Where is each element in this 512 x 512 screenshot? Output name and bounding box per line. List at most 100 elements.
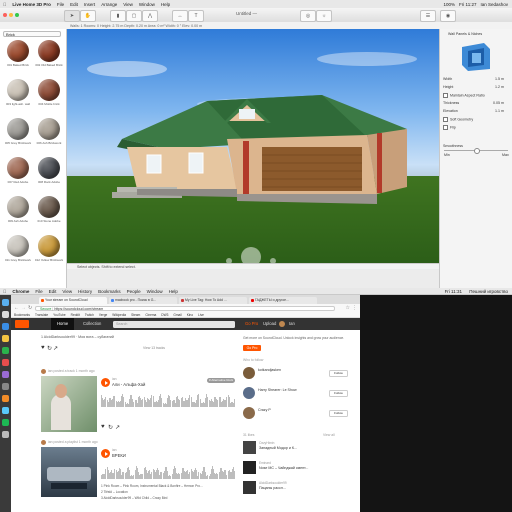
browser-tab[interactable]: My Live Tag: How To Add ... [179, 297, 247, 304]
bookmark-item[interactable]: Gmail [173, 313, 181, 317]
safari-icon[interactable] [2, 323, 9, 330]
post-1-title[interactable]: Али - Альфа-Хай [112, 382, 145, 387]
dimension-tool-button[interactable]: ↔ [172, 10, 188, 22]
clock[interactable]: Fri 11:27 [459, 2, 476, 7]
follow-button[interactable]: Follow [329, 410, 348, 417]
3d-view[interactable] [67, 29, 439, 263]
minimize-window-icon[interactable] [9, 13, 13, 17]
menu-people[interactable]: People [124, 289, 144, 294]
post-1-genre-tag[interactable]: # Alternative Rock [207, 378, 236, 383]
post-2-waveform[interactable] [101, 465, 236, 479]
liked-track-user[interactable]: Eminard [259, 461, 271, 465]
category-select[interactable]: Brick [3, 31, 61, 37]
menu-window[interactable]: Window [144, 289, 166, 294]
menu-edit[interactable]: Edit [46, 289, 60, 294]
material-swatch[interactable]: 012 Yellow Brickwork [34, 235, 64, 262]
camera-button[interactable]: ◎ [300, 10, 316, 22]
post-1-play-button[interactable] [101, 378, 110, 387]
bookmark-item[interactable]: Wikipedia [112, 313, 126, 317]
material-swatch[interactable]: 005 Grey Brickwork [3, 118, 33, 145]
smoothness-knob[interactable] [474, 148, 480, 154]
checkbox[interactable] [443, 93, 448, 98]
material-swatch[interactable]: 009 Ash Adobe [3, 196, 33, 223]
repost-icon[interactable]: ↻ [108, 424, 113, 431]
suggestion-name[interactable]: Crazy P [258, 408, 271, 412]
feed-reply-row[interactable]: 1 AlcidDarksoulder99 · Моя вота – субага… [41, 335, 114, 339]
text-tool-button[interactable]: T [188, 10, 204, 22]
props-row-value[interactable]: 0.05 m [493, 101, 504, 105]
props-row-value[interactable]: 1.1 m [495, 109, 504, 113]
star-icon[interactable]: ☆ [346, 305, 350, 311]
menu-help[interactable]: Help [158, 2, 173, 7]
reload-icon[interactable]: ↻ [28, 305, 32, 311]
bookmark-item[interactable]: Cinema [145, 313, 156, 317]
suggestion-name[interactable]: Harry Shearer: Le Show [258, 388, 297, 392]
browser-tab[interactable]: macbook pro - Поиск в G... [109, 297, 177, 304]
bookmark-item[interactable]: Kino [187, 313, 193, 317]
apple-menu-icon[interactable]:  [0, 289, 9, 294]
bookmark-item[interactable]: DW3 [161, 313, 168, 317]
post-1-user[interactable]: ian [48, 369, 53, 373]
material-swatch[interactable]: 001 Baked Brick [3, 40, 33, 67]
settings-icon[interactable] [2, 383, 9, 390]
liked-track-artwork[interactable] [243, 481, 256, 494]
props-row-value[interactable]: 1.5 m [495, 77, 504, 81]
view-more-tracks[interactable]: View 13 tracks [143, 346, 165, 350]
playlist-track-row[interactable]: 2 Tiëstö – Location [101, 490, 128, 494]
smoothness-slider[interactable] [444, 148, 508, 154]
select-tool-button[interactable]: ➤ [64, 10, 80, 22]
chrome-menu-icon[interactable]: ⋮ [352, 305, 357, 311]
library-button[interactable]: ☰ [420, 10, 436, 22]
close-window-icon[interactable] [3, 13, 7, 17]
post-1-artwork[interactable] [41, 376, 97, 432]
checkbox[interactable] [443, 125, 448, 130]
nav-user[interactable]: Ian [283, 318, 301, 330]
post-2-artwork[interactable] [41, 447, 97, 497]
gopro-button[interactable]: Go Pro [243, 345, 261, 351]
poster-avatar[interactable] [41, 440, 46, 445]
messages-icon[interactable] [2, 347, 9, 354]
menu-view[interactable]: View [120, 2, 136, 7]
browser-tab[interactable]: Your stream on SoundCloud [39, 297, 107, 304]
heart-icon[interactable]: ♥ [101, 424, 105, 430]
menu-edit[interactable]: Edit [67, 2, 81, 7]
bookmark-item[interactable]: Twitch [85, 313, 94, 317]
material-swatch[interactable]: 010 Stone Adobe [34, 196, 64, 223]
liked-track-user[interactable]: OzzyHimin [259, 441, 274, 445]
soundcloud-logo-icon[interactable] [15, 320, 29, 328]
share-icon[interactable]: ↗ [115, 424, 120, 431]
post-2-play-button[interactable] [101, 449, 110, 458]
material-swatch[interactable]: 004 Mottle brick [34, 79, 64, 106]
menu-arrange[interactable]: Arrange [98, 2, 120, 7]
suggestion-avatar[interactable] [243, 367, 255, 379]
bookmark-item[interactable]: Translate [35, 313, 48, 317]
menu-app-name[interactable]: Chrome [9, 289, 32, 294]
liked-track-artwork[interactable] [243, 441, 256, 454]
menu-window[interactable]: Window [136, 2, 158, 7]
suggestion-avatar[interactable] [243, 407, 255, 419]
house-render[interactable] [67, 29, 439, 263]
menu-insert[interactable]: Insert [81, 2, 98, 7]
playlist-track-row[interactable]: 1 Pink Room – Pink Room, Instrumental Bl… [101, 484, 203, 488]
post-2-user[interactable]: ian [48, 440, 53, 444]
post-1-waveform[interactable] [101, 393, 236, 407]
material-swatch[interactable]: 006 Ash Brickwork [34, 118, 64, 145]
liked-track-user[interactable]: AlcidDarksoulder99 [259, 481, 287, 485]
soundcloud-search-input[interactable]: Search [113, 320, 235, 328]
post-2-title[interactable]: ВРЕКИ [112, 453, 126, 458]
follow-button[interactable]: Follow [329, 390, 348, 397]
material-swatch[interactable]: 003 light-ash. wall [3, 79, 33, 106]
bookmark-item[interactable]: Live [198, 313, 204, 317]
menu-bookmarks[interactable]: Bookmarks [95, 289, 124, 294]
menu-file[interactable]: File [54, 2, 67, 7]
material-swatch[interactable]: 002 Old Baked Brick [34, 40, 64, 67]
menu-help[interactable]: Help [166, 289, 181, 294]
heart-icon[interactable]: ♥ [41, 345, 45, 351]
user-name[interactable]: Пешний игровство [469, 289, 508, 294]
props-row-value[interactable]: 1.2 m [495, 85, 504, 89]
suggestion-avatar[interactable] [243, 387, 255, 399]
user-name[interactable]: Ian Sedashov [480, 2, 508, 7]
liked-track-artwork[interactable] [243, 461, 256, 474]
live-home-3d-icon[interactable] [2, 395, 9, 402]
browser-tab[interactable]: ГАДЖЕТЫ и другое... [249, 297, 317, 304]
